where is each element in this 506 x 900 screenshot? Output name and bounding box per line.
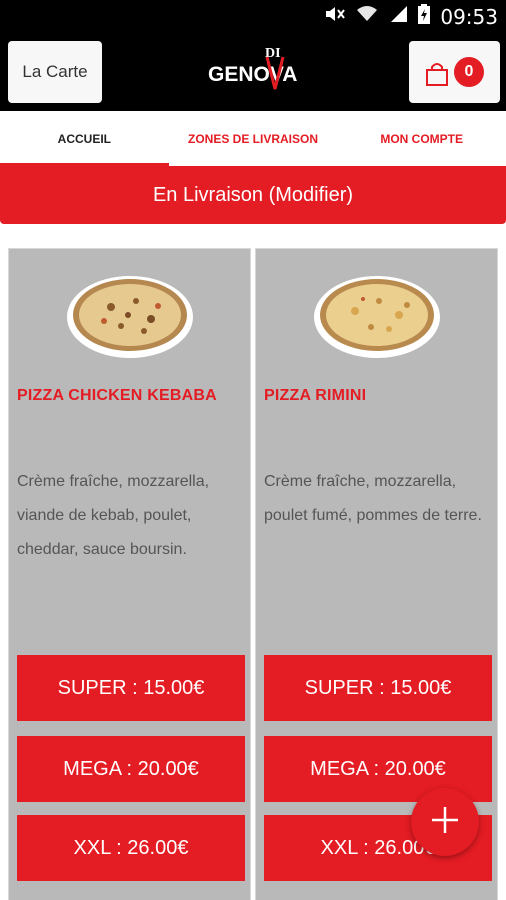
logo-genova: GENOVA (208, 63, 297, 86)
signal-icon (388, 5, 408, 28)
price-mega-button[interactable]: MEGA : 20.00€ (17, 736, 245, 802)
tab-accueil[interactable]: ACCUEIL (0, 111, 169, 166)
add-button[interactable] (411, 788, 479, 856)
delivery-mode-button[interactable]: En Livraison (Modifier) (0, 166, 506, 224)
price-super-button[interactable]: SUPER : 15.00€ (17, 655, 245, 721)
app-header: La Carte DI GENOVA 0 (0, 33, 506, 111)
shopping-bag-icon (425, 61, 449, 92)
pizza-image (66, 271, 194, 359)
product-description: Crème fraîche, mozzarella, poulet fumé, … (264, 473, 482, 524)
wifi-icon (356, 5, 378, 28)
product-name: PIZZA RIMINI (264, 387, 367, 404)
pizza-image (313, 271, 441, 359)
status-bar: 09:53 (0, 0, 506, 33)
cart-button[interactable]: 0 (409, 41, 500, 103)
cart-count-badge: 0 (454, 57, 484, 87)
clock: 09:53 (440, 4, 498, 29)
mute-icon (324, 5, 346, 28)
product-card[interactable]: PIZZA CHICKEN KEBABA Crème fraîche, mozz… (8, 248, 251, 900)
product-description: Crème fraîche, mozzarella, viande de keb… (17, 473, 210, 558)
menu-button[interactable]: La Carte (8, 41, 102, 103)
logo[interactable]: DI GENOVA (205, 43, 305, 93)
tab-zones-de-livraison[interactable]: ZONES DE LIVRAISON (169, 111, 338, 166)
tab-bar: ACCUEIL ZONES DE LIVRAISON MON COMPTE (0, 111, 506, 166)
price-xxl-button[interactable]: XXL : 26.00€ (17, 815, 245, 881)
tab-mon-compte[interactable]: MON COMPTE (337, 111, 506, 166)
battery-icon (418, 4, 431, 29)
price-super-button[interactable]: SUPER : 15.00€ (264, 655, 492, 721)
product-name: PIZZA CHICKEN KEBABA (17, 387, 217, 404)
plus-icon (430, 800, 460, 845)
